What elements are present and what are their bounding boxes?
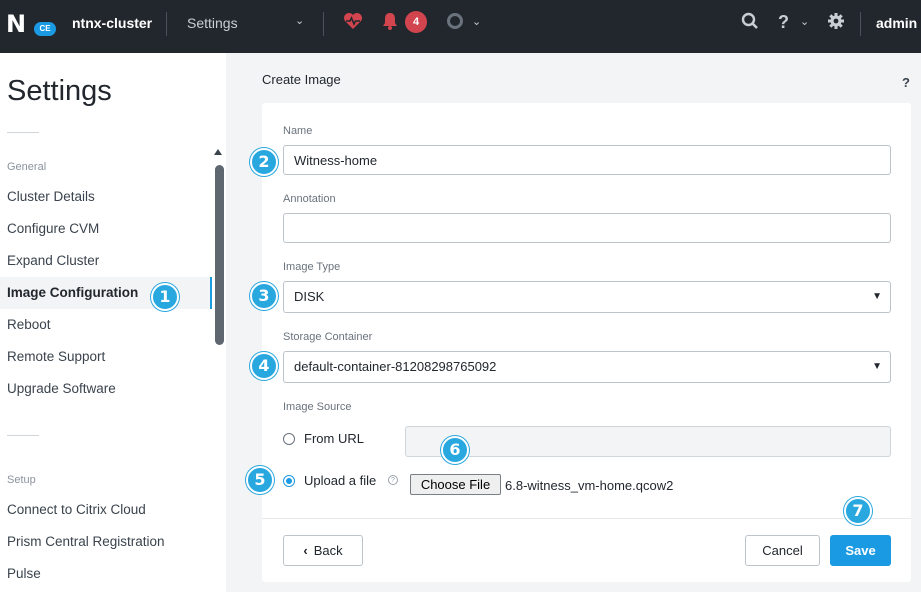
upload-file-label[interactable]: Upload a file (304, 473, 376, 488)
chevron-down-icon: ▼ (872, 291, 882, 302)
scroll-up-arrow[interactable] (214, 149, 222, 155)
from-url-label[interactable]: From URL (304, 431, 364, 446)
image-url-input[interactable] (405, 426, 891, 457)
name-label: Name (283, 125, 313, 137)
sidebar-scrollbar[interactable] (215, 165, 224, 345)
storage-container-select[interactable]: default-container-81208298765092 ▼ (283, 351, 891, 383)
annotation-label: Annotation (283, 193, 336, 205)
chevron-left-icon: ‹ (303, 543, 308, 558)
sidebar-item-cluster-details[interactable]: Cluster Details (0, 181, 212, 213)
topbar-divider (860, 12, 861, 36)
storage-container-value: default-container-81208298765092 (294, 359, 497, 374)
from-url-radio[interactable] (283, 433, 295, 445)
step-marker: 5 (246, 466, 274, 494)
logo-letter: N (6, 10, 26, 38)
sidebar-item-expand-cluster[interactable]: Expand Cluster (0, 245, 212, 277)
settings-sidebar: Settings General Cluster Details Configu… (0, 53, 226, 592)
sidebar-group-label: General (7, 161, 47, 173)
sidebar-title: Settings (7, 75, 112, 107)
help-icon[interactable]: ? (778, 12, 789, 32)
step-marker: 6 (441, 436, 469, 464)
image-type-label: Image Type (283, 261, 341, 273)
logo-edition-badge: CE (34, 22, 56, 36)
top-navigation-bar: N CE ntnx-cluster Settings ⌄ 4 ⌄ ? ⌄ adm… (0, 0, 921, 53)
sidebar-item-connect-citrix-cloud[interactable]: Connect to Citrix Cloud (0, 494, 212, 526)
step-marker: 1 (151, 283, 179, 311)
step-marker: 7 (844, 497, 872, 525)
chevron-down-icon[interactable]: ⌄ (800, 12, 809, 32)
tasks-circle-icon[interactable] (446, 12, 464, 35)
gear-icon[interactable] (827, 12, 845, 35)
back-button[interactable]: ‹ Back (283, 535, 363, 566)
alerts-bell-icon[interactable] (382, 12, 398, 35)
user-menu[interactable]: admin (876, 15, 917, 31)
sidebar-divider (7, 132, 39, 133)
page-title: Create Image (262, 72, 341, 87)
chevron-down-icon[interactable]: ⌄ (472, 12, 481, 32)
form-footer-divider (262, 518, 911, 519)
back-button-label: Back (313, 543, 343, 558)
chevron-down-icon: ▼ (872, 361, 882, 372)
image-type-value: DISK (294, 289, 325, 304)
cluster-name[interactable]: ntnx-cluster (72, 15, 152, 31)
nutanix-logo[interactable]: N CE (6, 10, 56, 38)
selected-file-name: 6.8-witness_vm-home.qcow2 (505, 478, 674, 493)
image-type-select[interactable]: DISK ▼ (283, 281, 891, 313)
sidebar-item-prism-central-registration[interactable]: Prism Central Registration (0, 526, 212, 558)
topbar-divider (323, 12, 324, 36)
health-heart-icon[interactable] (343, 12, 363, 35)
annotation-input[interactable] (283, 213, 891, 243)
sidebar-item-configure-cvm[interactable]: Configure CVM (0, 213, 212, 245)
sidebar-item-pulse[interactable]: Pulse (0, 558, 212, 590)
step-marker: 3 (250, 282, 278, 310)
sidebar-item-upgrade-software[interactable]: Upgrade Software (0, 373, 212, 405)
choose-file-button[interactable]: Choose File (410, 474, 501, 495)
image-source-label: Image Source (283, 401, 352, 413)
upload-file-radio[interactable] (283, 475, 295, 487)
sidebar-divider (7, 435, 39, 436)
step-marker: 2 (250, 148, 278, 176)
cancel-button[interactable]: Cancel (745, 535, 820, 566)
topbar-divider (166, 12, 167, 36)
alert-count-badge[interactable]: 4 (405, 11, 427, 33)
section-selector[interactable]: Settings (187, 15, 238, 31)
name-input[interactable] (283, 145, 891, 175)
sidebar-item-image-configuration[interactable]: Image Configuration (0, 277, 212, 309)
info-icon[interactable]: ? (388, 475, 398, 485)
sidebar-group-label: Setup (7, 474, 36, 486)
storage-container-label: Storage Container (283, 331, 373, 343)
save-button[interactable]: Save (830, 535, 891, 566)
help-icon[interactable]: ? (902, 75, 910, 90)
sidebar-item-reboot[interactable]: Reboot (0, 309, 212, 341)
sidebar-item-remote-support[interactable]: Remote Support (0, 341, 212, 373)
step-marker: 4 (250, 352, 278, 380)
chevron-down-icon[interactable]: ⌄ (295, 14, 304, 27)
search-icon[interactable] (741, 12, 759, 35)
